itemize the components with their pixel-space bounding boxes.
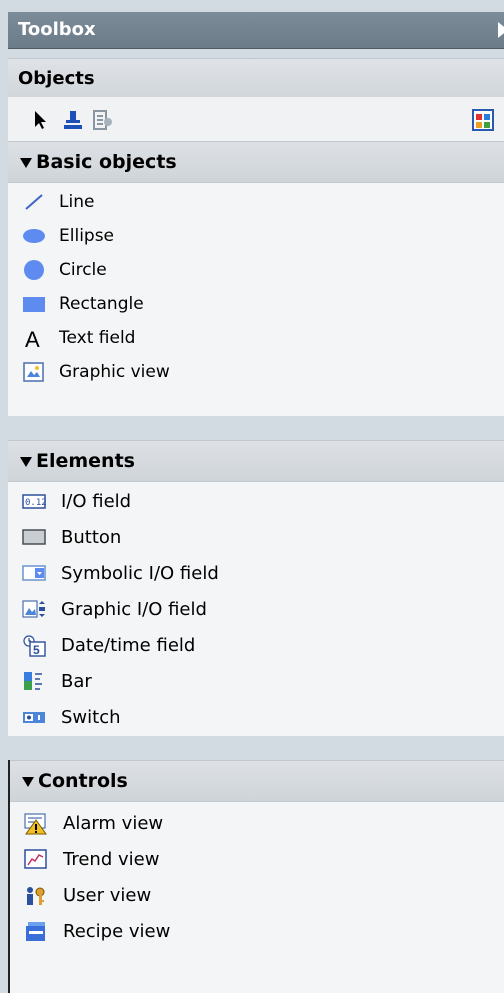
basic-item-ellipse[interactable]: Ellipse — [8, 219, 504, 253]
control-item-trend-view[interactable]: Trend view — [10, 842, 504, 878]
svg-text:5: 5 — [33, 643, 40, 657]
item-label: User view — [63, 885, 152, 906]
trend-view-icon — [24, 849, 48, 869]
ellipse-icon — [22, 226, 46, 246]
expand-triangle-icon — [20, 158, 32, 168]
control-item-recipe-view[interactable]: Recipe view — [10, 914, 504, 950]
controls-title: Controls — [38, 770, 128, 792]
button-icon — [22, 527, 46, 547]
grid-icon[interactable] — [472, 109, 494, 131]
line-icon — [22, 192, 46, 212]
item-label: Circle — [59, 260, 107, 280]
element-item-switch[interactable]: Switch — [8, 700, 504, 736]
basic-item-graphic-view[interactable]: Graphic view — [8, 355, 504, 389]
item-label: Button — [61, 527, 122, 548]
graphic-view-icon — [22, 362, 46, 382]
item-label: Date/time field — [61, 635, 196, 656]
toolbox-titlebar: Toolbox — [8, 12, 504, 49]
basic-item-rectangle[interactable]: Rectangle — [8, 287, 504, 321]
text-field-icon: A — [22, 327, 46, 352]
alarm-view-icon — [24, 813, 48, 835]
basic-item-text-field[interactable]: A Text field — [8, 321, 504, 355]
rectangle-icon — [22, 294, 46, 314]
switch-icon — [22, 707, 46, 727]
basic-objects-section: Basic objects Line Ellipse Circle Rectan… — [8, 141, 504, 416]
item-label: I/O field — [61, 491, 132, 512]
circle-icon — [22, 260, 46, 280]
basic-objects-header[interactable]: Basic objects — [8, 141, 504, 183]
item-label: Bar — [61, 671, 92, 692]
expand-triangle-icon — [20, 457, 32, 467]
stamp-icon[interactable] — [62, 109, 84, 131]
objects-pane-title: Objects — [18, 68, 95, 89]
item-label: Recipe view — [63, 921, 171, 942]
date-time-field-icon: 5 — [22, 635, 46, 657]
symbolic-io-field-icon — [22, 563, 46, 583]
basic-item-line[interactable]: Line — [8, 185, 504, 219]
control-item-alarm-view[interactable]: Alarm view — [10, 806, 504, 842]
io-field-icon: 0.12 — [22, 491, 47, 511]
controls-header[interactable]: Controls — [10, 760, 504, 802]
item-label: Graphic view — [59, 362, 170, 382]
element-item-symbolic-io-field[interactable]: Symbolic I/O field — [8, 556, 504, 592]
svg-text:0.12: 0.12 — [25, 498, 46, 508]
item-label: Ellipse — [59, 226, 115, 246]
item-label: Alarm view — [63, 813, 164, 834]
objects-pane-header: Objects — [8, 58, 504, 98]
element-item-button[interactable]: Button — [8, 520, 504, 556]
control-item-user-view[interactable]: User view — [10, 878, 504, 914]
element-item-io-field[interactable]: 0.12 I/O field — [8, 484, 504, 520]
item-label: Graphic I/O field — [61, 599, 207, 620]
element-item-graphic-io-field[interactable]: Graphic I/O field — [8, 592, 504, 628]
recipe-view-icon — [24, 921, 48, 941]
svg-text:A: A — [25, 328, 40, 350]
expand-triangle-icon — [22, 777, 34, 787]
item-label: Line — [59, 192, 95, 212]
element-item-bar[interactable]: Bar — [8, 664, 504, 700]
properties-icon[interactable] — [92, 109, 114, 131]
elements-header[interactable]: Elements — [8, 440, 504, 482]
controls-section: Controls Alarm view Trend view User view… — [8, 760, 504, 993]
item-label: Rectangle — [59, 294, 144, 314]
item-label: Symbolic I/O field — [61, 563, 219, 584]
pointer-icon[interactable] — [30, 109, 52, 131]
toolbox-title: Toolbox — [18, 19, 96, 40]
user-view-icon — [24, 885, 48, 905]
elements-title: Elements — [36, 450, 135, 472]
graphic-io-field-icon — [22, 599, 46, 619]
objects-toolbar — [8, 97, 504, 141]
item-label: Text field — [59, 328, 136, 348]
basic-objects-title: Basic objects — [36, 151, 177, 173]
element-item-date-time-field[interactable]: 5 Date/time field — [8, 628, 504, 664]
basic-item-circle[interactable]: Circle — [8, 253, 504, 287]
item-label: Switch — [61, 707, 121, 728]
collapse-arrow-icon[interactable] — [498, 22, 504, 38]
bar-icon — [22, 671, 46, 691]
item-label: Trend view — [63, 849, 160, 870]
elements-section: Elements 0.12 I/O field Button Symbolic … — [8, 440, 504, 736]
